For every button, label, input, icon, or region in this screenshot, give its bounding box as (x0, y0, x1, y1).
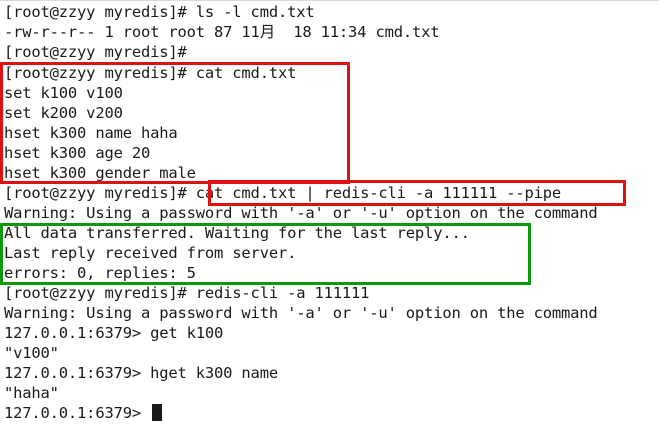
terminal-line-cat-command: [root@zzyy myredis]# cat cmd.txt (4, 64, 297, 82)
prompt-text: 127.0.0.1:6379> (4, 404, 151, 422)
terminal-line-pipe-command: [root@zzyy myredis]# cat cmd.txt | redis… (4, 184, 562, 202)
window-edge (0, 0, 659, 1)
terminal-line-warning-2: Warning: Using a password with '-a' or '… (4, 304, 598, 322)
terminal-line-pipe-output-3: errors: 0, replies: 5 (4, 264, 196, 282)
terminal-line-cmd-4: hset k300 age 20 (4, 144, 151, 162)
terminal-line-cmd-2: set k200 v200 (4, 104, 123, 122)
terminal-line-pipe-output-2: Last reply received from server. (4, 244, 297, 262)
terminal-line-pipe-output-1: All data transferred. Waiting for the la… (4, 224, 470, 242)
terminal-window[interactable]: [root@zzyy myredis]# ls -l cmd.txt -rw-r… (0, 0, 659, 435)
terminal-line-hget-result: "haha" (4, 384, 59, 402)
terminal-line-hget-command: 127.0.0.1:6379> hget k300 name (4, 364, 278, 382)
terminal-line-cmd-1: set k100 v100 (4, 84, 123, 102)
terminal-line-get-command: 127.0.0.1:6379> get k100 (4, 324, 224, 342)
terminal-line-cmd-3: hset k300 name haha (4, 124, 178, 142)
terminal-line-ls-command: [root@zzyy myredis]# ls -l cmd.txt (4, 3, 315, 21)
terminal-line-get-result: "v100" (4, 344, 59, 362)
terminal-line-prompt: [root@zzyy myredis]# (4, 43, 187, 61)
terminal-line-ls-output: -rw-r--r-- 1 root root 87 11月 18 11:34 c… (4, 23, 440, 41)
terminal-line-redis-cli-command: [root@zzyy myredis]# redis-cli -a 111111 (4, 284, 370, 302)
terminal-line-active-prompt[interactable]: 127.0.0.1:6379> (4, 403, 163, 423)
terminal-line-warning-1: Warning: Using a password with '-a' or '… (4, 204, 598, 222)
text-cursor (152, 404, 163, 421)
terminal-line-cmd-5: hset k300 gender male (4, 164, 196, 182)
